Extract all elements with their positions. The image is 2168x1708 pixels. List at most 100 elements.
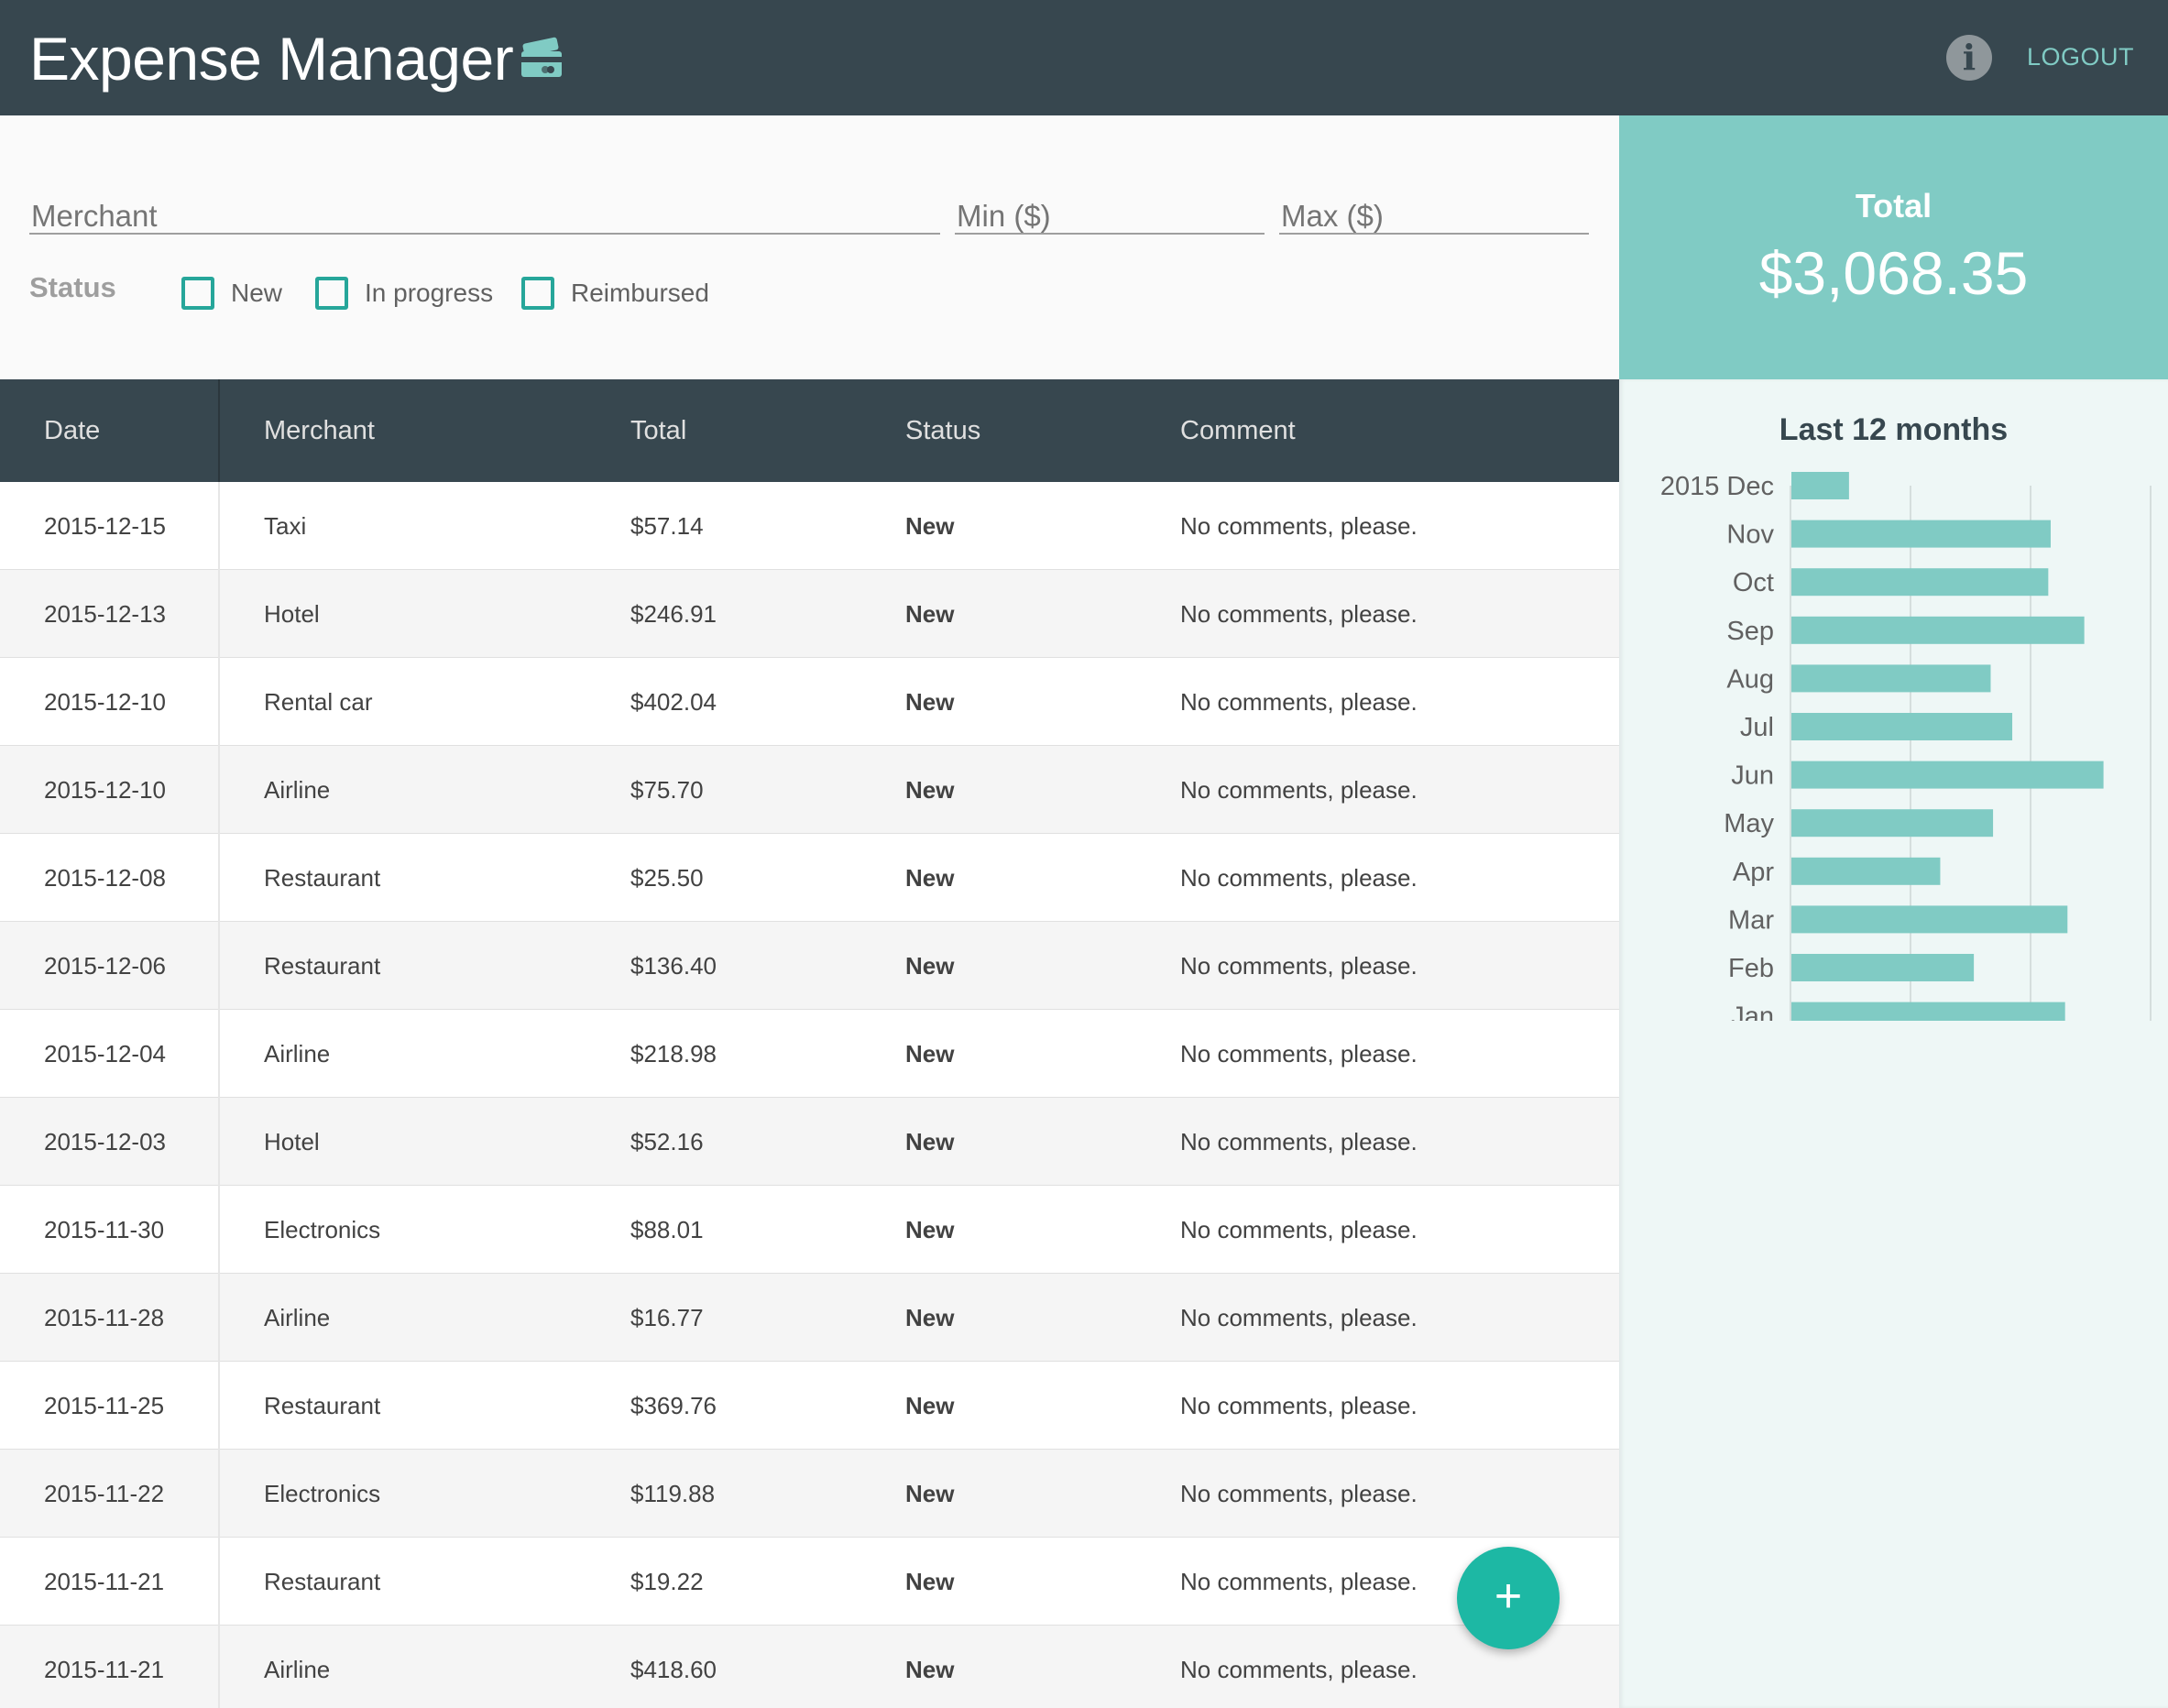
merchant-cell: Taxi bbox=[264, 512, 307, 540]
status-cell: New bbox=[905, 600, 955, 628]
date-cell: 2015-11-28 bbox=[44, 1304, 165, 1331]
column-header-comment[interactable]: Comment bbox=[1180, 416, 1296, 446]
comment-cell: No comments, please. bbox=[1180, 1040, 1418, 1068]
table-row[interactable]: 2015-12-08 Restaurant $25.50 New No comments… bbox=[0, 834, 1619, 922]
merchant-cell: Airline bbox=[264, 1656, 331, 1683]
y-tick-label: Nov bbox=[1726, 520, 1774, 550]
column-header-total[interactable]: Total bbox=[630, 416, 686, 446]
date-cell: 2015-12-04 bbox=[44, 1040, 166, 1068]
credit-card-icon bbox=[521, 37, 562, 77]
max-amount-input[interactable]: Max ($) bbox=[1279, 189, 1589, 235]
app-title: Expense Manager bbox=[29, 25, 514, 93]
comment-cell: No comments, please. bbox=[1180, 952, 1418, 980]
total-cell: $75.70 bbox=[630, 776, 704, 804]
date-cell: 2015-12-03 bbox=[44, 1128, 166, 1155]
table-row[interactable]: 2015-12-03 Hotel $52.16 New No comments, ple… bbox=[0, 1098, 1619, 1186]
table-row[interactable]: 2015-11-21 Restaurant $19.22 New No comments… bbox=[0, 1538, 1619, 1626]
chart-bar[interactable] bbox=[1791, 954, 1975, 981]
status-reimbursed-checkbox[interactable]: Reimbursed bbox=[521, 277, 709, 310]
comment-cell: No comments, please. bbox=[1180, 1216, 1418, 1243]
column-divider bbox=[218, 1362, 220, 1450]
column-divider bbox=[218, 1626, 220, 1708]
status-in-progress-checkbox[interactable]: In progress bbox=[315, 277, 493, 310]
chart-bar[interactable] bbox=[1791, 520, 2051, 548]
status-cell: New bbox=[905, 1040, 955, 1068]
y-tick-label: Feb bbox=[1728, 954, 1774, 983]
status-cell: New bbox=[905, 952, 955, 980]
y-tick-label: Jun bbox=[1731, 761, 1774, 791]
status-cell: New bbox=[905, 776, 955, 804]
checkbox-label: Reimbursed bbox=[571, 279, 709, 307]
comment-cell: No comments, please. bbox=[1180, 512, 1418, 540]
min-amount-input[interactable]: Min ($) bbox=[955, 189, 1265, 235]
merchant-filter-input[interactable]: Merchant bbox=[29, 189, 940, 235]
column-divider bbox=[218, 1010, 220, 1098]
table-row[interactable]: 2015-12-13 Hotel $246.91 New No comments, pl… bbox=[0, 570, 1619, 658]
table-row[interactable]: 2015-11-25 Restaurant $369.76 New No comment… bbox=[0, 1362, 1619, 1450]
merchant-cell: Airline bbox=[264, 1304, 331, 1331]
column-header-merchant[interactable]: Merchant bbox=[264, 416, 375, 446]
comment-cell: No comments, please. bbox=[1180, 1128, 1418, 1155]
total-cell: $136.40 bbox=[630, 952, 717, 980]
column-divider bbox=[218, 482, 220, 570]
y-tick-label: Oct bbox=[1733, 568, 1774, 597]
chart-bar[interactable] bbox=[1791, 664, 1991, 693]
status-new-checkbox[interactable]: New bbox=[181, 277, 282, 310]
table-row[interactable]: 2015-12-04 Airline $218.98 New No comments, … bbox=[0, 1010, 1619, 1098]
comment-cell: No comments, please. bbox=[1180, 1480, 1418, 1507]
total-cell: $402.04 bbox=[630, 688, 717, 716]
app-header: Expense Manager i LOGOUT bbox=[0, 0, 2168, 115]
total-value: $3,068.35 bbox=[1758, 239, 2029, 307]
date-cell: 2015-12-06 bbox=[44, 952, 166, 980]
add-expense-button[interactable]: + bbox=[1457, 1547, 1560, 1649]
date-cell: 2015-11-21 bbox=[44, 1656, 165, 1683]
info-icon[interactable]: i bbox=[1946, 35, 1992, 81]
y-tick-label: Sep bbox=[1726, 617, 1774, 646]
date-cell: 2015-12-10 bbox=[44, 688, 166, 716]
merchant-cell: Hotel bbox=[264, 600, 320, 628]
table-row[interactable]: 2015-11-22 Electronics $119.88 New No commen… bbox=[0, 1450, 1619, 1538]
status-filter-label: Status bbox=[29, 271, 116, 303]
status-cell: New bbox=[905, 512, 955, 540]
table-header: Date Merchant Total Status Comment bbox=[0, 379, 1619, 482]
status-cell: New bbox=[905, 688, 955, 716]
comment-cell: No comments, please. bbox=[1180, 1392, 1418, 1419]
checkbox-box[interactable] bbox=[521, 277, 554, 310]
total-cell: $119.88 bbox=[630, 1480, 716, 1507]
total-cell: $19.22 bbox=[630, 1568, 704, 1595]
table-row[interactable]: 2015-12-15 Taxi $57.14 New No comments, plea… bbox=[0, 482, 1619, 570]
filter-panel: Merchant Min ($) Max ($) Status New In p… bbox=[0, 115, 1619, 379]
column-header-status[interactable]: Status bbox=[905, 416, 980, 446]
table-row[interactable]: 2015-11-21 Airline $418.60 New No comments, … bbox=[0, 1626, 1619, 1708]
table-row[interactable]: 2015-12-10 Airline $75.70 New No comments, p… bbox=[0, 746, 1619, 834]
total-cell: $16.77 bbox=[630, 1304, 704, 1331]
chart-bar[interactable] bbox=[1791, 472, 1849, 499]
comment-cell: No comments, please. bbox=[1180, 864, 1418, 892]
column-header-date[interactable]: Date bbox=[44, 416, 100, 446]
chart-bar[interactable] bbox=[1791, 905, 2068, 934]
chart-bar[interactable] bbox=[1791, 568, 2049, 597]
chart-bar[interactable] bbox=[1791, 616, 2085, 644]
table-row[interactable]: 2015-11-30 Electronics $88.01 New No comment… bbox=[0, 1186, 1619, 1274]
logout-button[interactable]: LOGOUT bbox=[2027, 43, 2134, 71]
chart-bar[interactable] bbox=[1791, 713, 2013, 740]
total-cell: $218.98 bbox=[630, 1040, 717, 1068]
checkbox-label: In progress bbox=[365, 279, 494, 307]
merchant-cell: Hotel bbox=[264, 1128, 320, 1155]
merchant-cell: Airline bbox=[264, 1040, 331, 1068]
comment-cell: No comments, please. bbox=[1180, 600, 1418, 628]
chart-bar[interactable] bbox=[1791, 809, 1994, 838]
column-divider bbox=[218, 922, 220, 1010]
date-cell: 2015-12-08 bbox=[44, 864, 166, 892]
chart-bar[interactable] bbox=[1791, 1002, 2065, 1021]
checkbox-box[interactable] bbox=[181, 277, 214, 310]
chart-bar[interactable] bbox=[1791, 761, 2104, 789]
column-divider bbox=[218, 1450, 220, 1538]
chart-bar[interactable] bbox=[1791, 857, 1941, 885]
table-row[interactable]: 2015-12-10 Rental car $402.04 New No comment… bbox=[0, 658, 1619, 746]
checkbox-box[interactable] bbox=[315, 277, 348, 310]
table-row[interactable]: 2015-12-06 Restaurant $136.40 New No comment… bbox=[0, 922, 1619, 1010]
column-divider bbox=[218, 658, 220, 746]
merchant-cell: Restaurant bbox=[264, 1392, 381, 1419]
table-row[interactable]: 2015-11-28 Airline $16.77 New No comments, p… bbox=[0, 1274, 1619, 1362]
